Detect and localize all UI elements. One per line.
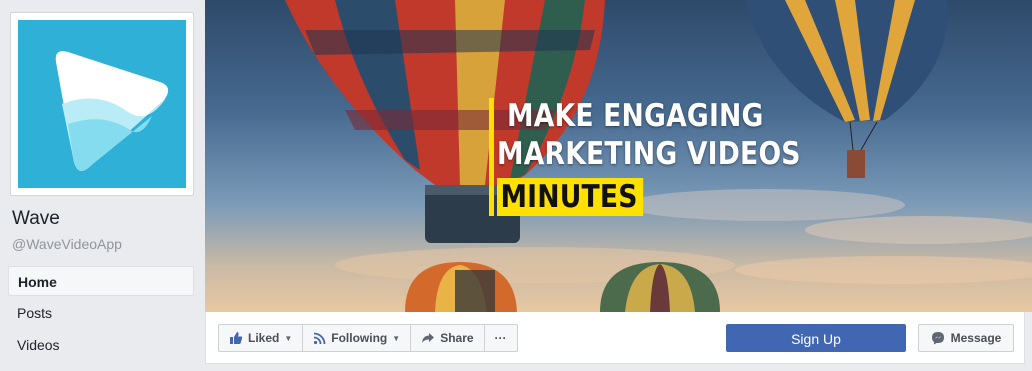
cover-photo[interactable]: MAKE ENGAGING MARKETING VIDEOS MINUTES <box>205 0 1032 312</box>
page-name[interactable]: Wave <box>12 208 60 230</box>
page-nav: Home Posts Videos <box>8 266 194 362</box>
profile-picture[interactable] <box>10 12 194 196</box>
nav-item-posts[interactable]: Posts <box>8 298 194 328</box>
more-dots-icon: ··· <box>494 331 507 345</box>
thumbs-up-icon <box>230 332 243 344</box>
messenger-icon <box>931 332 944 345</box>
page-actions-group: Liked ▼ Following ▼ Share ··· <box>218 324 518 352</box>
sign-up-button[interactable]: Sign Up <box>726 324 906 352</box>
following-label: Following <box>331 331 388 345</box>
more-options-button[interactable]: ··· <box>485 325 517 351</box>
nav-item-videos[interactable]: Videos <box>8 330 194 360</box>
share-button[interactable]: Share <box>411 325 485 351</box>
rss-icon <box>314 332 326 344</box>
page-action-bar: Liked ▼ Following ▼ Share ··· Sign Up Me… <box>205 312 1025 364</box>
cover-headline-2: MARKETING VIDEOS <box>497 136 801 172</box>
cover-headline-1: MAKE ENGAGING <box>507 98 764 134</box>
wave-logo <box>18 20 186 188</box>
nav-item-home[interactable]: Home <box>8 266 194 296</box>
share-arrow-icon <box>422 333 435 343</box>
message-label: Message <box>950 331 1002 345</box>
message-button[interactable]: Message <box>918 324 1014 352</box>
headline-accent-bar <box>489 98 494 216</box>
cover-headline-3: MINUTES <box>497 178 643 216</box>
chevron-down-icon: ▼ <box>392 333 401 343</box>
share-label: Share <box>440 331 474 345</box>
liked-button[interactable]: Liked ▼ <box>219 325 304 351</box>
liked-label: Liked <box>248 331 280 345</box>
following-button[interactable]: Following ▼ <box>303 325 412 351</box>
chevron-down-icon: ▼ <box>284 333 293 343</box>
page-handle[interactable]: @WaveVideoApp <box>12 236 122 252</box>
